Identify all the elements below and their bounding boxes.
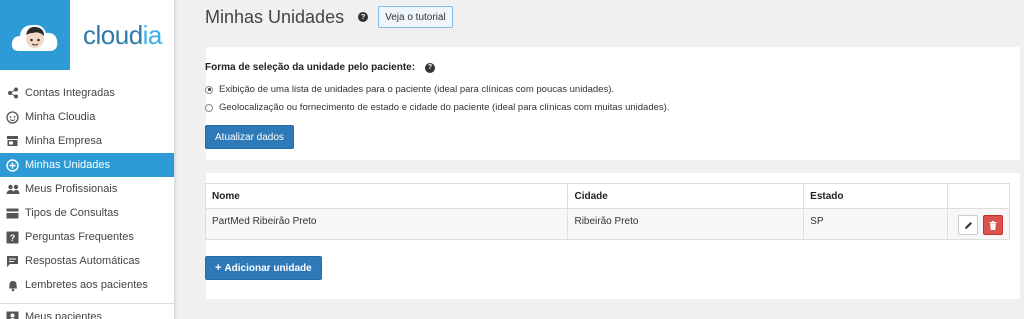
sidebar-item-label: Minhas Unidades <box>25 159 110 171</box>
help-icon[interactable]: ? <box>358 12 369 22</box>
column-header-actions <box>947 183 1010 209</box>
sidebar-item-label: Respostas Automáticas <box>25 255 140 267</box>
sidebar-item-label: Meus pacientes <box>25 310 103 319</box>
cell-estado: SP <box>803 208 948 240</box>
cell-nome: PartMed Ribeirão Preto <box>204 208 569 240</box>
edit-button[interactable] <box>958 215 979 235</box>
sidebar-item-label: Meus Profissionais <box>25 183 118 195</box>
radio-label: Exibição de uma lista de unidades para o… <box>219 84 615 95</box>
sidebar-item-label: Perguntas Frequentes <box>25 231 134 243</box>
bell-icon <box>5 278 20 292</box>
sidebar-nav: Contas Integradas Minha Cloudia Minha Em… <box>0 81 174 319</box>
column-header-cidade[interactable]: Cidade <box>567 183 805 209</box>
logo[interactable]: cloudia <box>0 0 174 70</box>
brand-name-highlight: ia <box>142 19 163 50</box>
question-icon: ? <box>5 230 20 244</box>
help-icon[interactable]: ? <box>425 62 436 73</box>
selection-label-row: Forma de seleção da unidade pelo pacient… <box>205 62 436 73</box>
contact-icon <box>5 310 20 319</box>
sidebar-item-meus-pacientes[interactable]: Meus pacientes <box>0 303 174 319</box>
sidebar-item-meus-profissionais[interactable]: Meus Profissionais <box>0 177 174 201</box>
share-icon <box>5 86 20 100</box>
cell-actions <box>947 208 1010 240</box>
sidebar-item-minha-empresa[interactable]: Minha Empresa <box>0 129 174 153</box>
radio-button-checked[interactable] <box>205 85 213 94</box>
sidebar-item-contas-integradas[interactable]: Contas Integradas <box>0 81 174 105</box>
tutorial-button[interactable]: Veja o tutorial <box>378 6 453 28</box>
sidebar-item-label: Minha Cloudia <box>25 111 96 123</box>
people-icon <box>5 182 20 196</box>
cell-cidade: Ribeirão Preto <box>567 208 805 240</box>
face-icon <box>5 110 20 124</box>
card-icon <box>5 206 20 220</box>
sidebar: cloudia Contas Integradas Minha Cloudia … <box>0 0 174 319</box>
column-header-nome[interactable]: Nome <box>204 183 569 209</box>
sidebar-item-minha-cloudia[interactable]: Minha Cloudia <box>0 105 174 129</box>
radio-button[interactable] <box>205 103 213 112</box>
sidebar-item-label: Lembretes aos pacientes <box>25 279 148 291</box>
brand-name-prefix: cloud <box>83 19 143 50</box>
selection-option-geolocation[interactable]: Geolocalização ou fornecimento de estado… <box>205 102 669 113</box>
sidebar-item-tipos-de-consultas[interactable]: Tipos de Consultas <box>0 201 174 225</box>
table-row: PartMed Ribeirão Preto Ribeirão Preto SP <box>204 208 1010 240</box>
selection-label-text: Forma de seleção da unidade pelo pacient… <box>205 62 416 73</box>
page-title: Minhas Unidades <box>205 6 345 27</box>
add-unit-button[interactable]: + Adicionar unidade <box>205 256 322 280</box>
update-data-button[interactable]: Atualizar dados <box>205 125 294 149</box>
plus-circle-icon <box>5 158 20 172</box>
sidebar-item-label: Minha Empresa <box>25 135 103 147</box>
plus-icon: + <box>215 262 222 274</box>
trash-icon <box>989 220 997 230</box>
table-header-row: Nome Cidade Estado <box>204 183 1010 209</box>
brand-name: cloudia <box>83 20 162 51</box>
pencil-icon <box>964 221 972 229</box>
column-header-estado[interactable]: Estado <box>803 183 948 209</box>
sidebar-item-label: Contas Integradas <box>25 87 115 99</box>
delete-button[interactable] <box>983 215 1003 235</box>
page-header: Minhas Unidades ? Veja o tutorial <box>205 6 453 28</box>
store-icon <box>5 134 20 148</box>
sidebar-item-lembretes-aos-pacientes[interactable]: Lembretes aos pacientes <box>0 273 174 297</box>
cloudia-mascot-icon <box>0 0 70 70</box>
sidebar-item-respostas-automaticas[interactable]: Respostas Automáticas <box>0 249 174 273</box>
chat-icon <box>5 254 20 268</box>
add-unit-label: Adicionar unidade <box>224 262 312 274</box>
sidebar-item-label: Tipos de Consultas <box>25 207 119 219</box>
svg-text:?: ? <box>10 233 16 243</box>
selection-option-list[interactable]: Exibição de uma lista de unidades para o… <box>205 84 614 95</box>
radio-label: Geolocalização ou fornecimento de estado… <box>219 102 670 113</box>
units-table: Nome Cidade Estado PartMed Ribeirão Pret… <box>204 183 1010 240</box>
sidebar-item-minhas-unidades[interactable]: Minhas Unidades <box>0 153 174 177</box>
sidebar-item-perguntas-frequentes[interactable]: ? Perguntas Frequentes <box>0 225 174 249</box>
